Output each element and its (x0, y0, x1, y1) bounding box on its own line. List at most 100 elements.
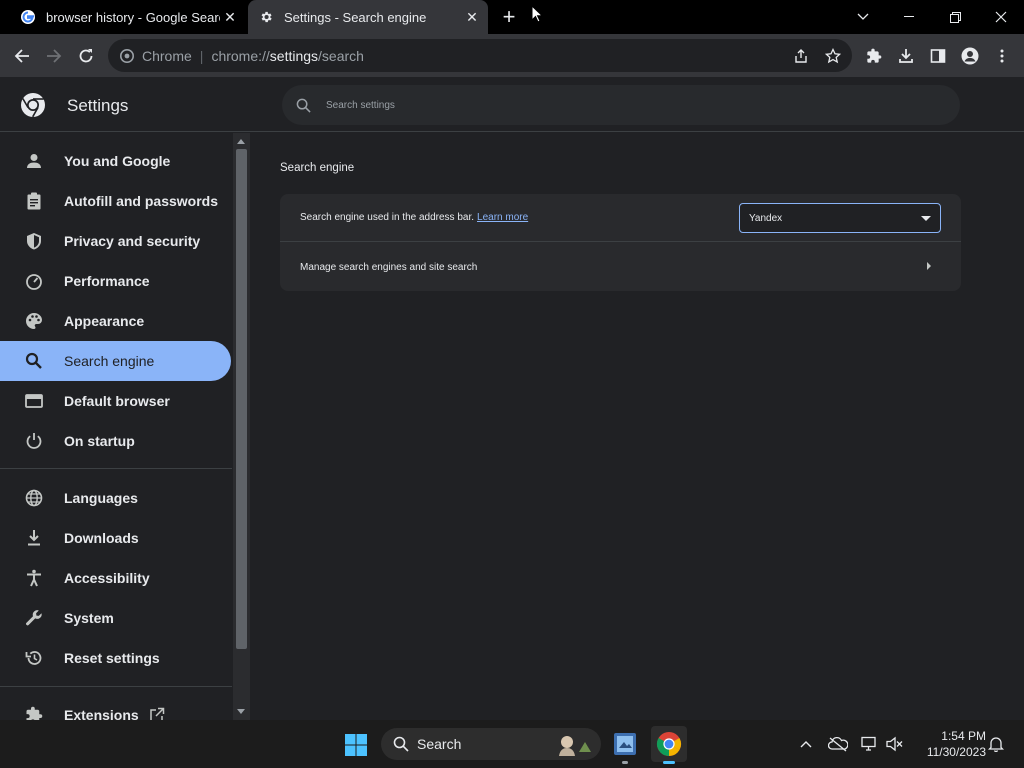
volume-muted-icon[interactable] (885, 734, 905, 754)
back-button[interactable] (8, 42, 36, 70)
window-close-button[interactable] (978, 0, 1024, 34)
sidebar-item-label: Appearance (64, 313, 145, 329)
sidebar-item-appearance[interactable]: Appearance (0, 301, 231, 341)
sidebar-item-autofill[interactable]: Autofill and passwords (0, 181, 231, 221)
open-in-new-icon (149, 707, 165, 720)
profile-button[interactable] (956, 42, 984, 70)
arrow-left-icon (14, 49, 29, 63)
sidebar-item-label: Languages (64, 490, 138, 506)
search-icon (294, 96, 312, 114)
browser-toolbar: Chrome | chrome:// settings /search (0, 34, 1024, 77)
extensions-button[interactable] (860, 42, 888, 70)
sidebar-item-label: On startup (64, 433, 135, 449)
browser-window-icon (24, 391, 44, 411)
chrome-logo-icon (21, 93, 45, 118)
learn-more-link[interactable]: Learn more (477, 212, 528, 223)
app-icon (614, 733, 636, 755)
share-icon[interactable] (789, 44, 813, 68)
bookmark-star-icon[interactable] (821, 44, 845, 68)
sidebar-item-default-browser[interactable]: Default browser (0, 381, 231, 421)
close-icon[interactable]: ✕ (220, 7, 240, 27)
menu-button[interactable] (988, 42, 1016, 70)
onedrive-offline-icon[interactable] (828, 734, 848, 754)
sidebar-item-you-and-google[interactable]: You and Google (0, 141, 231, 181)
search-highlight-icon (559, 736, 591, 756)
taskbar-search[interactable]: Search (381, 728, 601, 760)
settings-search-input[interactable] (326, 99, 926, 111)
side-panel-button[interactable] (924, 42, 952, 70)
manage-search-engines-row[interactable]: Manage search engines and site search (280, 243, 961, 291)
tab-google-search[interactable]: browser history - Google Search ✕ (10, 0, 246, 34)
sidebar-scrollbar[interactable] (233, 133, 250, 720)
sidebar-item-label: Default browser (64, 393, 170, 409)
taskbar-app-chrome[interactable] (651, 726, 687, 764)
sidebar-item-system[interactable]: System (0, 598, 231, 638)
scroll-down-arrow-icon[interactable] (237, 709, 245, 714)
running-indicator (622, 761, 628, 764)
sidebar-item-label: Downloads (64, 530, 139, 546)
sidebar-item-downloads[interactable]: Downloads (0, 518, 231, 558)
sidebar-item-privacy[interactable]: Privacy and security (0, 221, 231, 261)
minimize-button[interactable] (886, 0, 932, 34)
close-icon (995, 11, 1007, 23)
tab-settings[interactable]: Settings - Search engine ✕ (248, 0, 488, 34)
tab-search-button[interactable] (840, 0, 886, 34)
search-engine-dropdown[interactable]: Yandex (739, 203, 941, 233)
windows-start-icon[interactable] (344, 733, 368, 757)
chrome-logo-icon (656, 732, 682, 756)
puzzle-icon (24, 705, 44, 720)
palette-icon (24, 311, 44, 331)
sidebar-item-reset-settings[interactable]: Reset settings (0, 638, 231, 678)
chevron-right-icon (927, 262, 931, 270)
new-tab-button[interactable]: + (496, 4, 522, 29)
clock-time: 1:54 PM (941, 729, 986, 743)
sidebar-item-label: Autofill and passwords (64, 193, 219, 209)
chevron-down-icon (857, 13, 869, 20)
sidebar-item-performance[interactable]: Performance (0, 261, 231, 301)
sidebar-item-search-engine[interactable]: Search engine (0, 341, 231, 381)
downloads-button[interactable] (892, 42, 920, 70)
sidebar-item-accessibility[interactable]: Accessibility (0, 558, 231, 598)
puzzle-icon (867, 48, 882, 63)
arrow-right-icon (47, 49, 62, 63)
notifications-bell-icon[interactable] (986, 734, 1006, 754)
sidebar-item-label: Extensions (64, 707, 139, 720)
sidebar-item-label: Accessibility (64, 570, 150, 586)
sidebar-item-languages[interactable]: Languages (0, 478, 231, 518)
scroll-up-arrow-icon[interactable] (237, 139, 245, 144)
side-panel-icon (930, 49, 946, 63)
sidebar-item-on-startup[interactable]: On startup (0, 421, 231, 461)
settings-sidebar: You and Google Autofill and passwords Pr… (0, 133, 233, 720)
sidebar-item-label: System (64, 610, 114, 626)
settings-search-box[interactable] (282, 85, 960, 125)
network-icon[interactable] (860, 734, 880, 754)
restore-button[interactable] (932, 0, 978, 34)
sidebar-item-label: You and Google (64, 153, 171, 169)
taskbar-clock[interactable]: 1:54 PM 11/30/2023 (914, 728, 986, 760)
omnibox-separator: | (199, 47, 204, 64)
reload-button[interactable] (72, 42, 100, 70)
dropdown-caret-icon (921, 215, 931, 221)
tab-title: browser history - Google Search (46, 9, 220, 25)
address-bar-engine-label: Search engine used in the address bar. (300, 212, 475, 223)
scrollbar-thumb[interactable] (236, 149, 247, 649)
taskbar: Search 1:54 PM 11/30/2023 (0, 720, 1024, 768)
reset-history-icon (24, 648, 44, 668)
search-icon (24, 351, 44, 371)
download-icon (24, 528, 44, 548)
search-engine-card: Search engine used in the address bar. L… (280, 194, 961, 291)
sidebar-item-extensions[interactable]: Extensions (0, 695, 231, 720)
more-vertical-icon (1000, 49, 1004, 63)
close-icon[interactable]: ✕ (462, 7, 482, 27)
sidebar-item-label: Search engine (64, 353, 155, 369)
address-bar[interactable]: Chrome | chrome:// settings /search (108, 39, 852, 72)
person-icon (24, 151, 44, 171)
avatar-icon (961, 47, 979, 65)
tray-overflow-button[interactable] (796, 734, 816, 754)
settings-header: Settings (0, 77, 1024, 132)
shield-icon (24, 231, 44, 251)
taskbar-app-editor[interactable] (607, 726, 643, 764)
forward-button[interactable] (40, 42, 68, 70)
mouse-cursor-icon (531, 5, 543, 23)
settings-main: Search engine Search engine used in the … (250, 133, 1024, 720)
